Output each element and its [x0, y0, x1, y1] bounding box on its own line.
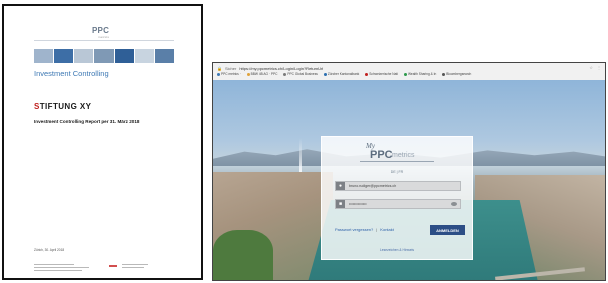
login-footer-link[interactable]: Lesezeichen & Hinweis — [322, 248, 472, 252]
logo-metrics: metrics — [392, 152, 415, 159]
browser-actions: ☆ ⋮ — [589, 65, 601, 70]
menu-icon[interactable]: ⋮ — [597, 65, 601, 70]
report-logo: PPC metrics — [92, 26, 109, 39]
report-logo-text: PPC — [92, 26, 110, 35]
trees — [213, 230, 273, 280]
email-value[interactable]: bruno.rudiger@ppcmetrics.ch — [345, 184, 460, 188]
bookmark-favicon-icon — [442, 72, 446, 76]
star-icon[interactable]: ☆ — [589, 65, 593, 70]
bookmark-label: PPC Global Business — [287, 72, 318, 76]
contact-link[interactable]: Kontakt — [380, 227, 394, 232]
report-footer-line — [34, 267, 89, 268]
browser-toolbar: 🔒 Sicher https://my.ppcmetrics.ch/Login/… — [213, 63, 605, 81]
bookmark-item[interactable]: BBW 4B AG · PPC — [246, 72, 278, 76]
lock-icon: 🔒 — [217, 65, 222, 71]
report-image-strip — [34, 49, 174, 63]
report-date: Zürich, 30. April 2018 — [34, 248, 65, 252]
bookmark-item[interactable]: Bloombergsearch — [442, 72, 471, 76]
report-section-title: Investment Controlling — [34, 69, 109, 78]
report-strip-tile — [94, 49, 114, 63]
logo-underline — [360, 161, 434, 162]
bookmark-label: Wealth Sharing & In — [407, 72, 437, 76]
link-separator: | — [376, 227, 378, 232]
password-value[interactable]: •••••••••••••• — [345, 202, 451, 206]
show-password-icon[interactable] — [451, 202, 457, 206]
password-field[interactable]: ■ •••••••••••••• — [335, 199, 461, 209]
report-strip-tile — [54, 49, 74, 63]
bookmark-item[interactable]: Wealth Sharing & In — [403, 72, 437, 76]
report-organization: STIFTUNG XY — [34, 102, 91, 111]
browser-window: 🔒 Sicher https://my.ppcmetrics.ch/Login/… — [212, 62, 606, 281]
report-footer — [34, 264, 184, 274]
forgot-password-link[interactable]: Passwort vergessen? — [335, 227, 373, 232]
language-switch[interactable]: DE | FR — [322, 170, 472, 174]
report-strip-tile — [134, 49, 154, 63]
login-button[interactable]: ANMELDEN — [430, 225, 465, 235]
report-title: Investment Controlling Report per 31. Mä… — [34, 119, 140, 124]
report-footer-line — [34, 270, 82, 271]
bookmark-favicon-icon — [217, 72, 220, 76]
report-footer-mark — [109, 265, 117, 267]
email-field[interactable]: ● bruno.rudiger@ppcmetrics.ch — [335, 181, 461, 191]
report-logo-sub: metrics — [98, 35, 110, 39]
bookmark-label: Bloombergsearch — [446, 72, 472, 76]
water-jet — [299, 138, 302, 174]
report-organization-name: TIFTUNG XY — [39, 102, 92, 111]
bookmark-item[interactable]: PPC metrics · — [217, 72, 241, 76]
report-divider — [34, 40, 174, 41]
report-strip-tile — [34, 49, 54, 63]
report-strip-tile — [114, 49, 134, 63]
report-cover: PPC metrics Investment Controlling STIFT… — [2, 4, 203, 280]
bookmark-item[interactable]: PPC Global Business — [283, 72, 318, 76]
bookmark-label: PPC metrics · — [221, 72, 241, 76]
lock-field-icon: ■ — [336, 200, 345, 208]
login-panel: My PPC metrics DE | FR ● bruno.rudiger@p… — [321, 136, 473, 260]
url-text[interactable]: https://my.ppcmetrics.ch/Login/Login?Ret… — [239, 66, 323, 71]
report-strip-tile — [154, 49, 174, 63]
bookmark-favicon-icon — [365, 72, 369, 76]
bookmark-label: BBW 4B AG · PPC — [250, 72, 278, 76]
bookmark-favicon-icon — [403, 72, 407, 76]
report-footer-line — [122, 264, 148, 265]
geneva-background-photo: My PPC metrics DE | FR ● bruno.rudiger@p… — [213, 80, 605, 280]
bookmark-favicon-icon — [323, 72, 327, 76]
security-label: Sicher — [224, 65, 237, 71]
bookmark-favicon-icon — [246, 72, 250, 76]
bookmark-item[interactable]: Zürcher Kantonalbank — [323, 72, 360, 76]
bookmark-label: Schweizerische Nati — [369, 72, 398, 76]
report-footer-line — [122, 267, 144, 268]
report-footer-line — [34, 264, 74, 265]
logo-ppc: PPC — [370, 149, 393, 161]
bookmark-item[interactable]: Schweizerische Nati — [365, 72, 398, 76]
user-icon: ● — [336, 182, 345, 190]
report-strip-tile — [74, 49, 94, 63]
address-bar[interactable]: 🔒 Sicher https://my.ppcmetrics.ch/Login/… — [217, 65, 323, 71]
bookmark-label: Zürcher Kantonalbank — [327, 72, 360, 76]
login-links: Passwort vergessen? | Kontakt — [335, 227, 394, 232]
bookmarks-bar: PPC metrics · BBW 4B AG · PPC PPC Global B… — [217, 72, 471, 76]
bookmark-favicon-icon — [283, 72, 287, 76]
